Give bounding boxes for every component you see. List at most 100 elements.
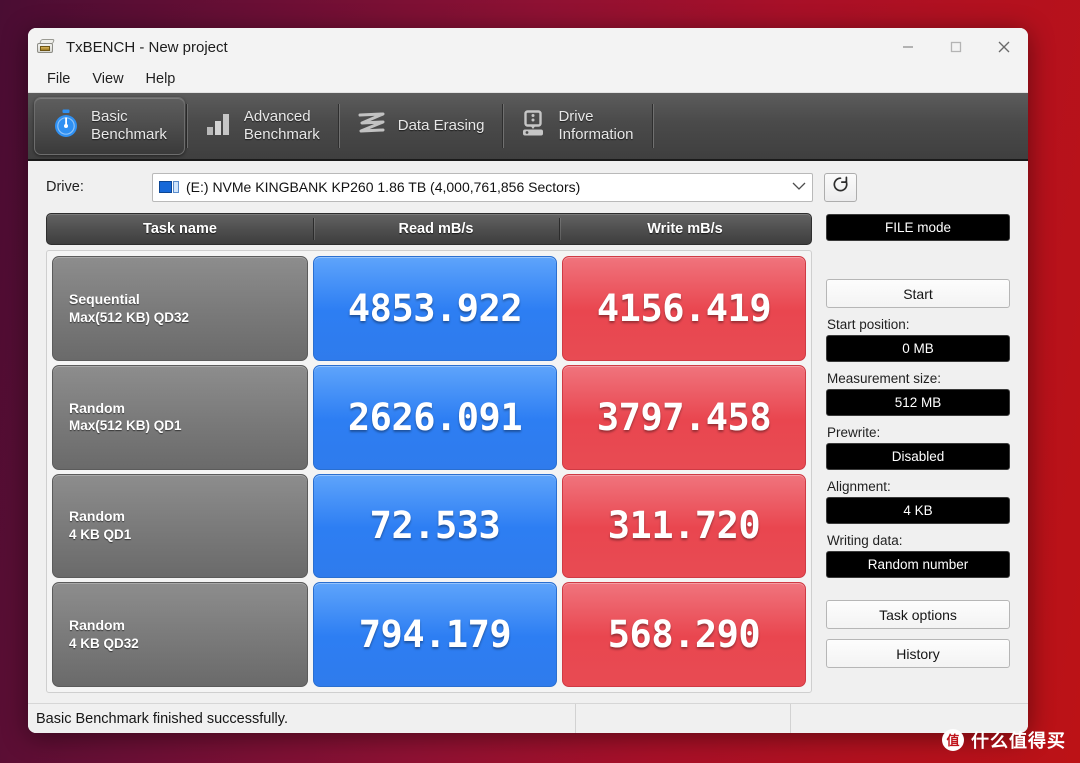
minimize-button[interactable] (884, 28, 932, 66)
menu-item-file[interactable]: File (38, 68, 79, 90)
results-table-header: Task name Read mB/s Write mB/s (46, 213, 812, 245)
column-header-write: Write mB/s (559, 214, 811, 244)
stopwatch-icon (52, 109, 80, 144)
write-value: 3797.458 (596, 395, 772, 439)
tab-data-erasing[interactable]: Data Erasing (340, 97, 502, 155)
maximize-button[interactable] (932, 28, 980, 66)
task-cell: Random 4 KB QD32 (52, 582, 308, 687)
tab-label-line1: Advanced (243, 107, 311, 125)
tab-drive-information[interactable]: Drive Information (504, 97, 650, 155)
start-position-value[interactable]: 0 MB (826, 335, 1010, 362)
status-bar: Basic Benchmark finished successfully. (28, 703, 1028, 733)
menu-item-view[interactable]: View (83, 68, 132, 90)
results-rows: Sequential Max(512 KB) QD32 4853.922 415… (46, 250, 812, 693)
alignment-value[interactable]: 4 KB (826, 497, 1010, 524)
tab-label-line2: Benchmark (91, 126, 167, 143)
tab-divider (337, 104, 339, 148)
drive-select[interactable]: (E:) NVMe KINGBANK KP260 1.86 TB (4,000,… (152, 172, 813, 202)
write-cell: 3797.458 (562, 364, 806, 470)
writing-data-value[interactable]: Random number (826, 551, 1010, 578)
tab-basic-benchmark[interactable]: Basic Benchmark (34, 97, 185, 155)
tab-divider (502, 104, 504, 148)
tab-bar: Basic Benchmark Advanced Benchmark Data … (28, 93, 1028, 161)
status-message: Basic Benchmark finished successfully. (36, 710, 288, 727)
drive-selector-row: Drive: (E:) NVMe KINGBANK KP260 1.86 TB … (46, 161, 1010, 213)
table-row[interactable]: Random 4 KB QD1 72.533 311.720 (52, 473, 806, 579)
drive-label: Drive: (46, 179, 84, 195)
start-position-label: Start position: (827, 317, 910, 332)
history-button[interactable]: History (826, 639, 1010, 668)
write-cell: 568.290 (562, 582, 806, 687)
tab-divider (651, 104, 653, 148)
hard-drive-icon (521, 109, 547, 143)
task-detail: Max(512 KB) QD32 (69, 309, 190, 325)
tab-label-line2: Information (558, 126, 634, 143)
window-title: TxBENCH - New project (66, 38, 228, 56)
task-options-button[interactable]: Task options (826, 600, 1010, 629)
task-detail: 4 KB QD1 (69, 527, 132, 543)
file-mode-button[interactable]: FILE mode (826, 214, 1010, 241)
write-cell: 4156.419 (562, 256, 806, 361)
task-title: Random (69, 399, 125, 416)
prewrite-label: Prewrite: (827, 425, 881, 440)
menu-bar: File View Help (28, 66, 1028, 93)
window-controls (884, 28, 1028, 66)
refresh-button[interactable] (824, 172, 857, 202)
read-value: 72.533 (369, 504, 501, 548)
task-name: Random 4 KB QD32 (69, 616, 139, 653)
write-value: 568.290 (607, 613, 761, 657)
bar-chart-icon (205, 111, 233, 142)
read-cell: 2626.091 (313, 364, 557, 470)
tab-advanced-benchmark[interactable]: Advanced Benchmark (188, 97, 337, 155)
table-row[interactable]: Sequential Max(512 KB) QD32 4853.922 415… (52, 256, 806, 361)
options-sidebar: FILE mode Start Start position: 0 MB Mea… (812, 213, 1010, 693)
read-cell: 72.533 (313, 473, 557, 579)
tab-data-erasing-label: Data Erasing (397, 116, 485, 134)
writing-data-label: Writing data: (827, 533, 903, 548)
table-row[interactable]: Random Max(512 KB) QD1 2626.091 3797.458 (52, 364, 806, 470)
task-detail: Max(512 KB) QD1 (69, 418, 182, 434)
write-cell: 311.720 (562, 473, 806, 579)
shred-wave-icon (357, 111, 387, 142)
task-title: Random (69, 508, 125, 525)
txbench-window: TxBENCH - New project File View Help Bas… (28, 28, 1028, 733)
read-cell: 4853.922 (313, 256, 557, 361)
watermark-badge: 值 (942, 729, 964, 751)
column-header-task-name: Task name (143, 221, 217, 237)
content-area: Drive: (E:) NVMe KINGBANK KP260 1.86 TB … (28, 161, 1028, 703)
measurement-size-label: Measurement size: (827, 371, 942, 386)
disk-drive-icon (159, 180, 179, 195)
alignment-label: Alignment: (827, 479, 891, 494)
tab-advanced-benchmark-label: Advanced Benchmark (244, 108, 320, 145)
task-cell: Random Max(512 KB) QD1 (52, 364, 308, 470)
chevron-down-icon (792, 178, 806, 196)
task-cell: Sequential Max(512 KB) QD32 (52, 256, 308, 361)
drive-selected-value: (E:) NVMe KINGBANK KP260 1.86 TB (4,000,… (186, 179, 581, 195)
write-value: 311.720 (607, 504, 761, 548)
table-row[interactable]: Random 4 KB QD32 794.179 568.290 (52, 582, 806, 687)
tab-label-line1: Basic (91, 107, 128, 125)
read-cell: 794.179 (313, 582, 557, 687)
task-title: Sequential (69, 290, 140, 307)
tab-label-line2: Benchmark (243, 126, 320, 143)
menu-item-help[interactable]: Help (137, 68, 185, 90)
watermark-text: 什么值得买 (971, 731, 1066, 751)
write-value: 4156.419 (596, 286, 772, 330)
site-watermark: 值 什么值得买 (942, 727, 1066, 753)
main-area: Task name Read mB/s Write mB/s Sequentia… (46, 213, 1010, 703)
task-name: Random Max(512 KB) QD1 (69, 399, 182, 436)
tab-basic-benchmark-label: Basic Benchmark (91, 108, 167, 145)
task-title: Random (69, 617, 125, 634)
tab-label-line1: Drive (558, 107, 594, 125)
close-button[interactable] (980, 28, 1028, 66)
refresh-icon (831, 175, 850, 199)
read-value: 794.179 (358, 613, 512, 657)
task-cell: Random 4 KB QD1 (52, 473, 308, 579)
results-panel: Task name Read mB/s Write mB/s Sequentia… (46, 213, 812, 693)
column-header-read: Read mB/s (313, 214, 559, 244)
start-button[interactable]: Start (826, 279, 1010, 308)
tab-drive-information-label: Drive Information (558, 108, 633, 145)
prewrite-value[interactable]: Disabled (826, 443, 1010, 470)
read-value: 2626.091 (347, 395, 523, 439)
measurement-size-value[interactable]: 512 MB (826, 389, 1010, 416)
